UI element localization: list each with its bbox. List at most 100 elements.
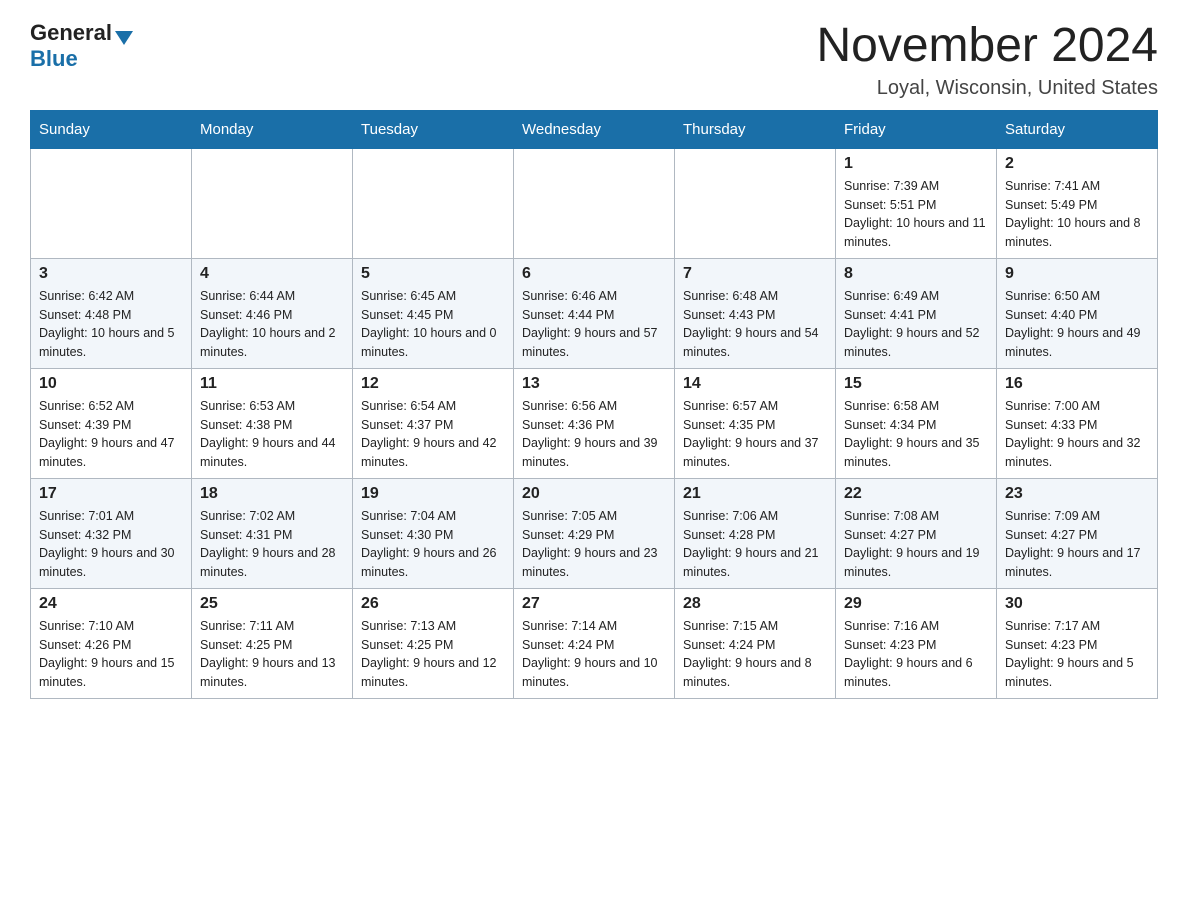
calendar-cell: 4 Sunrise: 6:44 AMSunset: 4:46 PMDaylight… bbox=[192, 258, 353, 368]
calendar-header-monday: Monday bbox=[192, 110, 353, 148]
calendar-cell: 7 Sunrise: 6:48 AMSunset: 4:43 PMDaylight… bbox=[675, 258, 836, 368]
calendar-cell: 6 Sunrise: 6:46 AMSunset: 4:44 PMDaylight… bbox=[514, 258, 675, 368]
day-info: Sunrise: 6:45 AMSunset: 4:45 PMDaylight:… bbox=[361, 287, 505, 362]
calendar-cell: 1Sunrise: 7:39 AMSunset: 5:51 PMDaylight… bbox=[836, 148, 997, 258]
day-number: 28 bbox=[683, 595, 827, 613]
calendar-cell: 26Sunrise: 7:13 AMSunset: 4:25 PMDayligh… bbox=[353, 588, 514, 698]
day-number: 30 bbox=[1005, 595, 1149, 613]
calendar-cell: 15 Sunrise: 6:58 AMSunset: 4:34 PMDayligh… bbox=[836, 368, 997, 478]
calendar-header-tuesday: Tuesday bbox=[353, 110, 514, 148]
day-number: 19 bbox=[361, 485, 505, 503]
day-info: Sunrise: 7:01 AMSunset: 4:32 PMDaylight:… bbox=[39, 507, 183, 582]
day-info: Sunrise: 7:09 AMSunset: 4:27 PMDaylight:… bbox=[1005, 507, 1149, 582]
calendar-cell bbox=[514, 148, 675, 258]
day-info: Sunrise: 7:10 AMSunset: 4:26 PMDaylight:… bbox=[39, 617, 183, 692]
day-number: 18 bbox=[200, 485, 344, 503]
calendar-cell: 3 Sunrise: 6:42 AMSunset: 4:48 PMDaylight… bbox=[31, 258, 192, 368]
calendar-week-row: 17Sunrise: 7:01 AMSunset: 4:32 PMDayligh… bbox=[31, 478, 1158, 588]
logo-blue-text: Blue bbox=[30, 46, 78, 72]
day-info: Sunrise: 6:53 AMSunset: 4:38 PMDaylight:… bbox=[200, 397, 344, 472]
day-number: 23 bbox=[1005, 485, 1149, 503]
day-number: 1 bbox=[844, 155, 988, 173]
day-number: 27 bbox=[522, 595, 666, 613]
day-number: 25 bbox=[200, 595, 344, 613]
calendar-header-friday: Friday bbox=[836, 110, 997, 148]
calendar-cell: 23 Sunrise: 7:09 AMSunset: 4:27 PMDayligh… bbox=[997, 478, 1158, 588]
calendar-cell: 8 Sunrise: 6:49 AMSunset: 4:41 PMDaylight… bbox=[836, 258, 997, 368]
calendar-cell: 5 Sunrise: 6:45 AMSunset: 4:45 PMDaylight… bbox=[353, 258, 514, 368]
day-info: Sunrise: 6:48 AMSunset: 4:43 PMDaylight:… bbox=[683, 287, 827, 362]
calendar-header-row: SundayMondayTuesdayWednesdayThursdayFrid… bbox=[31, 110, 1158, 148]
day-info: Sunrise: 7:14 AMSunset: 4:24 PMDaylight:… bbox=[522, 617, 666, 692]
day-number: 5 bbox=[361, 265, 505, 283]
day-info: Sunrise: 6:42 AMSunset: 4:48 PMDaylight:… bbox=[39, 287, 183, 362]
calendar-cell bbox=[675, 148, 836, 258]
calendar-week-row: 3 Sunrise: 6:42 AMSunset: 4:48 PMDaylight… bbox=[31, 258, 1158, 368]
day-info: Sunrise: 7:17 AMSunset: 4:23 PMDaylight:… bbox=[1005, 617, 1149, 692]
day-number: 9 bbox=[1005, 265, 1149, 283]
calendar-week-row: 24 Sunrise: 7:10 AMSunset: 4:26 PMDayligh… bbox=[31, 588, 1158, 698]
day-info: Sunrise: 7:41 AMSunset: 5:49 PMDaylight:… bbox=[1005, 177, 1149, 252]
calendar-cell bbox=[353, 148, 514, 258]
calendar-cell: 25 Sunrise: 7:11 AMSunset: 4:25 PMDayligh… bbox=[192, 588, 353, 698]
day-info: Sunrise: 7:00 AMSunset: 4:33 PMDaylight:… bbox=[1005, 397, 1149, 472]
day-info: Sunrise: 7:04 AMSunset: 4:30 PMDaylight:… bbox=[361, 507, 505, 582]
calendar-week-row: 1Sunrise: 7:39 AMSunset: 5:51 PMDaylight… bbox=[31, 148, 1158, 258]
calendar-cell: 17Sunrise: 7:01 AMSunset: 4:32 PMDayligh… bbox=[31, 478, 192, 588]
day-info: Sunrise: 7:06 AMSunset: 4:28 PMDaylight:… bbox=[683, 507, 827, 582]
day-number: 7 bbox=[683, 265, 827, 283]
day-info: Sunrise: 6:46 AMSunset: 4:44 PMDaylight:… bbox=[522, 287, 666, 362]
day-info: Sunrise: 7:02 AMSunset: 4:31 PMDaylight:… bbox=[200, 507, 344, 582]
page-header: General Blue November 2024 Loyal, Wiscon… bbox=[30, 20, 1158, 100]
day-number: 14 bbox=[683, 375, 827, 393]
calendar-cell: 12 Sunrise: 6:54 AMSunset: 4:37 PMDayligh… bbox=[353, 368, 514, 478]
calendar-cell: 21 Sunrise: 7:06 AMSunset: 4:28 PMDayligh… bbox=[675, 478, 836, 588]
calendar-cell bbox=[31, 148, 192, 258]
day-info: Sunrise: 6:54 AMSunset: 4:37 PMDaylight:… bbox=[361, 397, 505, 472]
day-number: 26 bbox=[361, 595, 505, 613]
day-number: 29 bbox=[844, 595, 988, 613]
logo: General Blue bbox=[30, 20, 133, 72]
day-number: 21 bbox=[683, 485, 827, 503]
calendar-cell: 10Sunrise: 6:52 AMSunset: 4:39 PMDayligh… bbox=[31, 368, 192, 478]
calendar-table: SundayMondayTuesdayWednesdayThursdayFrid… bbox=[30, 110, 1158, 699]
day-info: Sunrise: 6:49 AMSunset: 4:41 PMDaylight:… bbox=[844, 287, 988, 362]
day-info: Sunrise: 7:11 AMSunset: 4:25 PMDaylight:… bbox=[200, 617, 344, 692]
day-number: 11 bbox=[200, 375, 344, 393]
day-info: Sunrise: 6:57 AMSunset: 4:35 PMDaylight:… bbox=[683, 397, 827, 472]
calendar-cell: 27 Sunrise: 7:14 AMSunset: 4:24 PMDayligh… bbox=[514, 588, 675, 698]
day-info: Sunrise: 6:58 AMSunset: 4:34 PMDaylight:… bbox=[844, 397, 988, 472]
calendar-cell bbox=[192, 148, 353, 258]
day-info: Sunrise: 7:05 AMSunset: 4:29 PMDaylight:… bbox=[522, 507, 666, 582]
day-number: 2 bbox=[1005, 155, 1149, 173]
title-block: November 2024 Loyal, Wisconsin, United S… bbox=[816, 20, 1158, 100]
day-number: 15 bbox=[844, 375, 988, 393]
calendar-cell: 11 Sunrise: 6:53 AMSunset: 4:38 PMDayligh… bbox=[192, 368, 353, 478]
day-number: 13 bbox=[522, 375, 666, 393]
day-info: Sunrise: 7:16 AMSunset: 4:23 PMDaylight:… bbox=[844, 617, 988, 692]
day-number: 16 bbox=[1005, 375, 1149, 393]
day-number: 12 bbox=[361, 375, 505, 393]
calendar-cell: 20Sunrise: 7:05 AMSunset: 4:29 PMDayligh… bbox=[514, 478, 675, 588]
day-number: 22 bbox=[844, 485, 988, 503]
calendar-cell: 13 Sunrise: 6:56 AMSunset: 4:36 PMDayligh… bbox=[514, 368, 675, 478]
calendar-cell: 19 Sunrise: 7:04 AMSunset: 4:30 PMDayligh… bbox=[353, 478, 514, 588]
day-info: Sunrise: 6:44 AMSunset: 4:46 PMDaylight:… bbox=[200, 287, 344, 362]
day-info: Sunrise: 7:08 AMSunset: 4:27 PMDaylight:… bbox=[844, 507, 988, 582]
day-number: 8 bbox=[844, 265, 988, 283]
day-number: 24 bbox=[39, 595, 183, 613]
calendar-header-saturday: Saturday bbox=[997, 110, 1158, 148]
calendar-header-wednesday: Wednesday bbox=[514, 110, 675, 148]
day-number: 3 bbox=[39, 265, 183, 283]
calendar-cell: 18 Sunrise: 7:02 AMSunset: 4:31 PMDayligh… bbox=[192, 478, 353, 588]
calendar-cell: 22 Sunrise: 7:08 AMSunset: 4:27 PMDayligh… bbox=[836, 478, 997, 588]
day-info: Sunrise: 6:50 AMSunset: 4:40 PMDaylight:… bbox=[1005, 287, 1149, 362]
calendar-cell: 24 Sunrise: 7:10 AMSunset: 4:26 PMDayligh… bbox=[31, 588, 192, 698]
calendar-week-row: 10Sunrise: 6:52 AMSunset: 4:39 PMDayligh… bbox=[31, 368, 1158, 478]
day-number: 6 bbox=[522, 265, 666, 283]
logo-arrow-icon bbox=[115, 31, 133, 45]
calendar-cell: 16 Sunrise: 7:00 AMSunset: 4:33 PMDayligh… bbox=[997, 368, 1158, 478]
day-info: Sunrise: 7:15 AMSunset: 4:24 PMDaylight:… bbox=[683, 617, 827, 692]
day-number: 4 bbox=[200, 265, 344, 283]
day-info: Sunrise: 6:56 AMSunset: 4:36 PMDaylight:… bbox=[522, 397, 666, 472]
